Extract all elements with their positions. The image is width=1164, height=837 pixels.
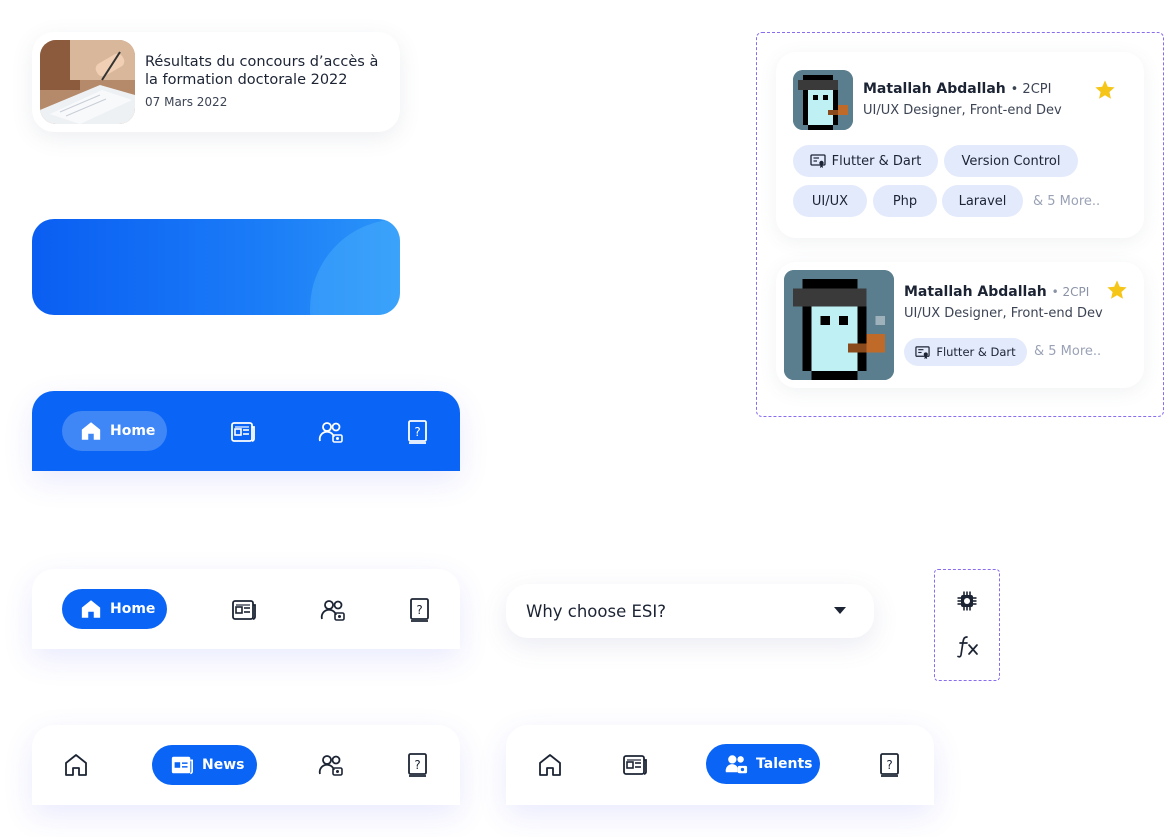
skill-label: Php bbox=[892, 193, 918, 209]
nav-news-label: News bbox=[202, 757, 245, 773]
news-date: 07 Mars 2022 bbox=[145, 95, 228, 109]
skill-chip[interactable]: Php bbox=[873, 185, 937, 217]
talents-icon[interactable] bbox=[320, 597, 346, 623]
nav-home-label: Home bbox=[110, 601, 156, 617]
home-icon bbox=[80, 420, 102, 442]
avatar bbox=[793, 70, 853, 130]
talent-level: • 2CPI bbox=[1051, 285, 1090, 299]
nav-talents-label: Talents bbox=[756, 756, 813, 772]
news-icon[interactable] bbox=[230, 419, 256, 445]
news-thumbnail bbox=[40, 40, 135, 124]
help-book-icon[interactable]: ? bbox=[405, 752, 431, 778]
skill-chip[interactable]: Version Control bbox=[944, 145, 1078, 177]
star-icon[interactable] bbox=[1094, 79, 1116, 101]
bottom-nav-white-home: Home ? bbox=[32, 569, 460, 649]
nav-news-button[interactable]: News bbox=[152, 745, 257, 785]
talents-icon[interactable] bbox=[318, 752, 344, 778]
icon-set-frame bbox=[934, 569, 1000, 681]
svg-text:?: ? bbox=[414, 758, 420, 772]
news-icon[interactable] bbox=[622, 752, 648, 778]
nav-home-label: Home bbox=[110, 423, 156, 439]
svg-text:?: ? bbox=[414, 425, 420, 439]
talent-role: UI/UX Designer, Front-end Dev bbox=[904, 306, 1103, 321]
function-icon bbox=[956, 634, 980, 658]
skill-label: Version Control bbox=[961, 153, 1061, 169]
talent-name: Matallah Abdallah • 2CPI bbox=[904, 284, 1089, 300]
certificate-icon bbox=[810, 153, 826, 169]
nav-talents-button[interactable]: Talents bbox=[706, 744, 820, 784]
news-icon bbox=[170, 753, 194, 777]
skill-label: Flutter & Dart bbox=[936, 345, 1016, 359]
skill-label: Laravel bbox=[958, 193, 1007, 209]
talent-name: Matallah Abdallah • 2CPI bbox=[863, 81, 1051, 97]
news-card[interactable]: Résultats du concours d’accès à la forma… bbox=[32, 32, 400, 132]
avatar bbox=[784, 270, 894, 380]
talent-name-text: Matallah Abdallah bbox=[863, 81, 1006, 97]
skill-chip[interactable]: UI/UX bbox=[793, 185, 867, 217]
nav-home-button[interactable]: Home bbox=[62, 411, 167, 451]
help-book-icon[interactable]: ? bbox=[405, 419, 431, 445]
caret-down-icon[interactable] bbox=[834, 607, 846, 614]
talent-name-text: Matallah Abdallah bbox=[904, 284, 1047, 300]
talents-icon bbox=[724, 752, 748, 776]
help-book-icon[interactable]: ? bbox=[407, 597, 433, 623]
bottom-nav-white-news: News ? bbox=[32, 725, 460, 805]
talent-level: • 2CPI bbox=[1010, 82, 1052, 97]
certificate-icon bbox=[915, 345, 930, 360]
svg-text:?: ? bbox=[886, 758, 892, 772]
svg-text:?: ? bbox=[416, 603, 422, 617]
chip-icon bbox=[956, 590, 978, 612]
talent-role: UI/UX Designer, Front-end Dev bbox=[863, 103, 1062, 118]
nav-home-button[interactable]: Home bbox=[62, 589, 167, 629]
more-skills-link[interactable]: & 5 More.. bbox=[1034, 344, 1101, 359]
more-skills-link[interactable]: & 5 More.. bbox=[1033, 194, 1100, 209]
gradient-banner bbox=[32, 219, 400, 315]
banner-decoration bbox=[310, 219, 400, 315]
faq-accordion[interactable]: Why choose ESI? bbox=[506, 584, 874, 638]
home-icon bbox=[80, 598, 102, 620]
news-title[interactable]: Résultats du concours d’accès à la forma… bbox=[145, 53, 390, 89]
skill-chip[interactable]: Flutter & Dart bbox=[793, 145, 938, 177]
skill-chip[interactable]: Laravel bbox=[942, 185, 1023, 217]
skill-label: Flutter & Dart bbox=[831, 153, 922, 169]
talent-card-large[interactable]: Matallah Abdallah • 2CPI UI/UX Designer,… bbox=[776, 52, 1144, 238]
skill-chip[interactable]: Flutter & Dart bbox=[904, 338, 1027, 366]
talents-icon[interactable] bbox=[318, 419, 344, 445]
skill-label: UI/UX bbox=[811, 193, 849, 209]
talent-card-compact[interactable]: Matallah Abdallah • 2CPI UI/UX Designer,… bbox=[776, 262, 1144, 388]
help-book-icon[interactable]: ? bbox=[877, 752, 903, 778]
faq-question: Why choose ESI? bbox=[526, 602, 667, 621]
home-icon[interactable] bbox=[537, 752, 563, 778]
star-icon[interactable] bbox=[1106, 279, 1128, 301]
bottom-nav-blue: Home ? bbox=[32, 391, 460, 471]
home-icon[interactable] bbox=[63, 752, 89, 778]
bottom-nav-white-talents: Talents ? bbox=[506, 725, 934, 805]
news-icon[interactable] bbox=[231, 597, 257, 623]
